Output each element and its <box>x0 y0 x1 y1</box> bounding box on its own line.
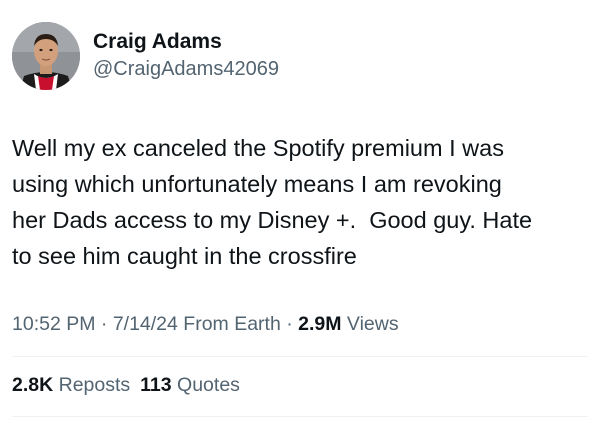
tweet-text-line: to see him caught in the crossfire <box>12 243 357 269</box>
tweet-text-line: her Dads access to my Disney +. Good guy… <box>12 207 533 233</box>
author-name[interactable]: Craig Adams <box>93 30 222 54</box>
reposts-count: 2.8K <box>12 374 54 396</box>
avatar[interactable] <box>12 22 80 90</box>
tweet-text: Well my ex canceled the Spotify premium … <box>12 130 592 274</box>
quotes-count: 113 <box>140 374 172 396</box>
divider <box>12 416 588 417</box>
views-label: Views <box>341 313 399 335</box>
reposts-label: Reposts <box>53 374 131 396</box>
tweet-text-line: Well my ex canceled the Spotify premium … <box>12 135 504 161</box>
meta-separator: · <box>280 313 299 335</box>
quotes-link[interactable]: 113 Quotes <box>140 374 240 396</box>
tweet-card: Craig Adams @CraigAdams42069 Well my ex … <box>0 0 600 434</box>
meta-separator: · <box>95 313 113 335</box>
tweet-time[interactable]: 10:52 PM <box>12 313 95 335</box>
tweet-meta: 10:52 PM · 7/14/24 From Earth · 2.9M Vie… <box>12 313 399 336</box>
tweet-date[interactable]: 7/14/24 <box>113 313 178 335</box>
author-handle[interactable]: @CraigAdams42069 <box>93 58 279 81</box>
avatar-portrait-icon <box>12 22 80 90</box>
engagement-stats: 2.8K Reposts 113 Quotes <box>12 374 240 397</box>
reposts-link[interactable]: 2.8K Reposts <box>12 374 130 396</box>
tweet-text-line: using which unfortunately means I am rev… <box>12 171 502 197</box>
tweet-source: From Earth <box>177 313 281 335</box>
quotes-label: Quotes <box>171 374 240 396</box>
divider <box>12 356 588 357</box>
views-count: 2.9M <box>298 313 342 335</box>
